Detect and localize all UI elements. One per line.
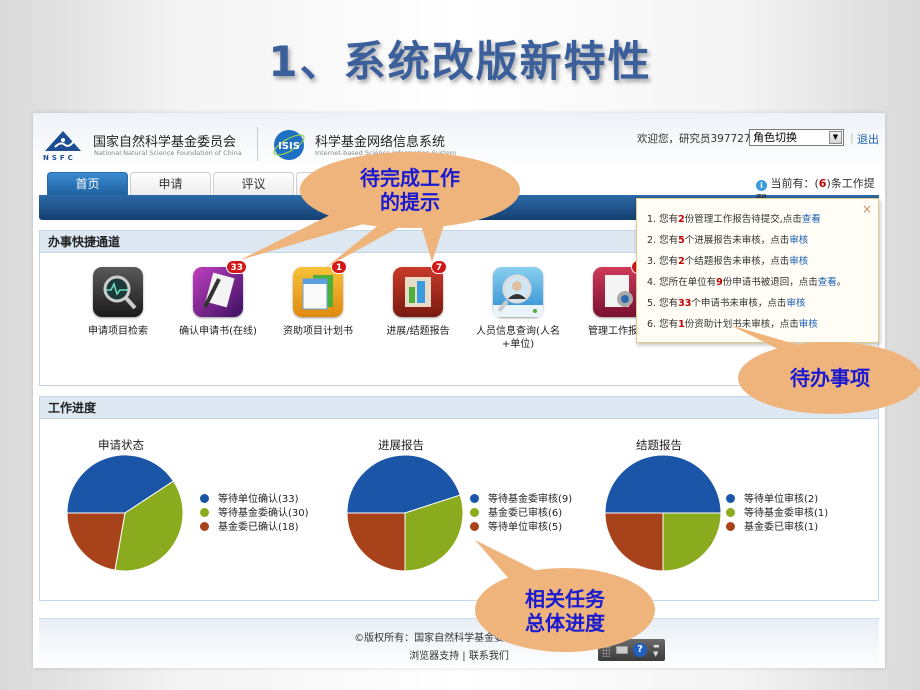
- page-footer: ©版权所有：国家自然科学基金委员会 | 开发： 浏览器支持 | 联系我们: [39, 618, 879, 668]
- todo-item: 4. 您所在单位有9份申请书被退回，点击查看。: [647, 277, 847, 288]
- footer-separator: |: [459, 651, 469, 662]
- dropdown-arrow-icon[interactable]: ▼: [829, 131, 842, 144]
- info-icon: i: [756, 180, 767, 191]
- todo-link[interactable]: 审核: [789, 256, 808, 267]
- legend-item: 基金委已审核(1): [726, 521, 828, 535]
- legend-dot-icon: [470, 494, 479, 503]
- legend-item: 等待基金委审核(9): [470, 493, 572, 507]
- todo-link[interactable]: 审核: [789, 235, 808, 246]
- todo-link[interactable]: 查看: [818, 277, 837, 288]
- legend-dot-icon: [200, 494, 209, 503]
- logout-link[interactable]: 退出: [857, 131, 879, 147]
- system-name-en: Internet-based Science Information Syste…: [315, 149, 457, 157]
- pie-slice: [662, 512, 722, 572]
- copyright-text: ©版权所有：国家自然科学基金委员会 | 开发：: [354, 633, 564, 644]
- todo-link[interactable]: 审核: [786, 298, 805, 309]
- todo-link[interactable]: 审核: [799, 319, 818, 330]
- legend-item: 等待单位审核(5): [470, 521, 572, 535]
- org-name-cn: 国家自然科学基金委员会: [93, 135, 237, 150]
- legend-dot-icon: [726, 522, 735, 531]
- role-switch-value: 角色切换: [753, 131, 797, 144]
- chart-legend: 等待单位审核(2) 等待基金委审核(1) 基金委已审核(1): [726, 493, 828, 535]
- keyboard-icon[interactable]: [616, 646, 628, 654]
- todo-item: 5. 您有33个申请书未审核，点击审核: [647, 298, 806, 309]
- shortcut-label: 人员信息查询(人名+单位): [476, 326, 560, 350]
- header-divider: [257, 127, 258, 161]
- legend-dot-icon: [726, 494, 735, 503]
- shortcut-label: 确认申请书(在线): [179, 326, 257, 337]
- todo-popup: × 1. 您有2份管理工作报告待提交,点击查看 2. 您有5个进展报告未审核，点…: [636, 198, 879, 343]
- shortcut-label: 申请项目检索: [88, 326, 148, 337]
- close-icon[interactable]: ×: [862, 202, 872, 216]
- pie-slice: [604, 512, 664, 572]
- chart-legend: 等待基金委审核(9) 基金委已审核(6) 等待单位审核(5): [470, 493, 572, 535]
- shortcut-label: 资助项目计划书: [283, 326, 353, 337]
- shortcut-project-search[interactable]: 申请项目检索: [68, 267, 168, 338]
- work-progress-title: 工作进度: [40, 397, 878, 419]
- badge-count: 1: [331, 260, 347, 274]
- legend-dot-icon: [470, 522, 479, 531]
- site-header: NSFC 国家自然科学基金委员会 National Natural Scienc…: [33, 113, 885, 169]
- tab-apply[interactable]: 申请: [130, 172, 211, 196]
- todo-link[interactable]: 查看: [802, 214, 821, 225]
- todo-item: 6. 您有1份资助计划书未审核，点击审核: [647, 319, 818, 330]
- search-chart-icon: [93, 267, 143, 317]
- person-search-icon: [493, 267, 543, 317]
- header-separator: |: [850, 131, 854, 144]
- slide-title: 1、系统改版新特性: [268, 37, 652, 86]
- legend-dot-icon: [470, 508, 479, 517]
- notice-prefix: 当前有：(: [770, 177, 819, 190]
- welcome-text: 欢迎您，研究员397727: [637, 133, 751, 145]
- callout-pending-hint-text: 待完成工作 的提示: [360, 166, 460, 214]
- callout-todo-text: 待办事项: [790, 366, 870, 390]
- shortcut-confirm-application[interactable]: 33 确认申请书(在线): [168, 260, 268, 338]
- todo-item: 2. 您有5个进展报告未审核，点击审核: [647, 235, 809, 246]
- shortcut-funding-plan[interactable]: 1 资助项目计划书: [268, 260, 368, 338]
- pie-chart: [604, 454, 722, 572]
- todo-item: 3. 您有2个结题报告未审核，点击审核: [647, 256, 809, 267]
- pen-document-icon: 33: [193, 260, 247, 317]
- role-switch-select[interactable]: 角色切换 ▼: [749, 129, 844, 146]
- todo-list: 1. 您有2份管理工作报告待提交,点击查看 2. 您有5个进展报告未审核，点击审…: [637, 199, 878, 335]
- nsfc-logo-text: NSFC: [43, 154, 76, 161]
- nsfc-logo-icon: NSFC: [43, 131, 81, 161]
- browser-support-link[interactable]: 浏览器支持: [409, 651, 459, 662]
- report-chart-icon: 7: [393, 260, 447, 317]
- pie-chart: [66, 454, 184, 572]
- work-progress-panel: 工作进度 申请状态 等待单位确认(33) 等待基金委确认(30) 基金委已确认(…: [39, 396, 879, 601]
- legend-dot-icon: [200, 508, 209, 517]
- legend-dot-icon: [726, 508, 735, 517]
- legend-item: 等待基金委确认(30): [200, 507, 309, 521]
- pie-slice: [346, 512, 406, 572]
- legend-item: 基金委已审核(6): [470, 507, 572, 521]
- isis-logo-icon: ISIS: [273, 130, 305, 160]
- drag-grip-icon[interactable]: [602, 643, 610, 657]
- help-icon[interactable]: ?: [633, 643, 647, 657]
- legend-dot-icon: [200, 522, 209, 531]
- shortcut-person-search[interactable]: 人员信息查询(人名+单位): [468, 267, 568, 351]
- chart-legend: 等待单位确认(33) 等待基金委确认(30) 基金委已确认(18): [200, 493, 309, 535]
- legend-item: 等待单位审核(2): [726, 493, 828, 507]
- pie-slice: [66, 512, 126, 571]
- pie-chart: [346, 454, 464, 572]
- contact-us-link[interactable]: 联系我们: [469, 651, 509, 662]
- shortcut-label: 进展/结题报告: [386, 326, 450, 337]
- badge-count: 33: [226, 260, 247, 274]
- callout-overall-progress-text: 相关任务 总体进度: [525, 587, 605, 635]
- shortcut-progress-report[interactable]: 7 进展/结题报告: [368, 260, 468, 338]
- todo-item: 1. 您有2份管理工作报告待提交,点击查看: [647, 214, 821, 225]
- ime-toolbar[interactable]: ? ▬ ▼: [598, 639, 665, 661]
- isis-logo-text: ISIS: [278, 141, 300, 152]
- pie-slice: [604, 454, 722, 514]
- legend-item: 基金委已确认(18): [200, 521, 309, 535]
- system-name-cn: 科学基金网络信息系统: [315, 135, 446, 150]
- legend-item: 等待基金委审核(1): [726, 507, 828, 521]
- legend-item: 等待单位确认(33): [200, 493, 309, 507]
- badge-count: 7: [431, 260, 447, 274]
- options-arrow-icon[interactable]: ▬ ▼: [653, 642, 660, 658]
- tab-home[interactable]: 首页: [47, 172, 128, 196]
- notebook-icon: 1: [293, 260, 347, 317]
- tab-review[interactable]: 评议: [213, 172, 294, 196]
- org-name-en: National Natural Science Foundation of C…: [94, 149, 242, 157]
